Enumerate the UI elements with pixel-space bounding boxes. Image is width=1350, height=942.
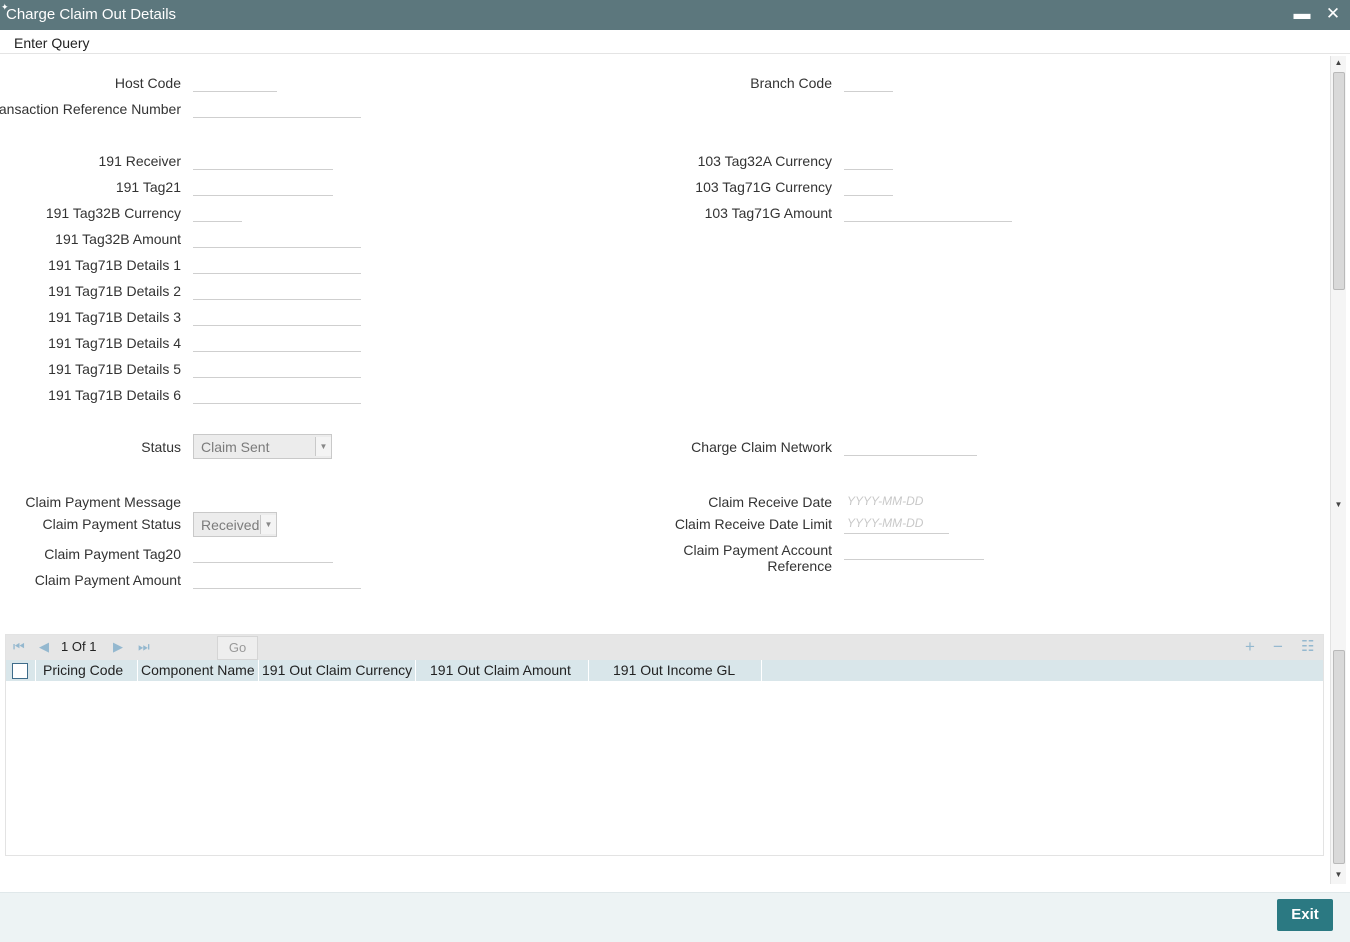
tag71b-details-6-label: 191 Tag71B Details 6	[48, 387, 181, 403]
receiver-191-field[interactable]	[193, 148, 333, 170]
minimize-icon[interactable]: ▬	[1292, 4, 1312, 24]
grid-header: Pricing Code Component Name 191 Out Clai…	[6, 660, 1323, 681]
tag32b-amount-191-label: 191 Tag32B Amount	[55, 231, 181, 247]
charge-claim-network-field[interactable]	[844, 434, 977, 456]
first-page-icon[interactable]: ⏮	[13, 639, 25, 655]
tag71b-details-4-label: 191 Tag71B Details 4	[48, 335, 181, 351]
claim-payment-amount-label: Claim Payment Amount	[34, 572, 181, 588]
scroll-up-icon[interactable]: ▲	[1331, 56, 1346, 70]
status-label: Status	[141, 439, 181, 455]
scroll-down-icon[interactable]: ▼	[1331, 868, 1346, 882]
host-code-label: Host Code	[114, 75, 181, 91]
tag71g-currency-103-label: 103 Tag71G Currency	[695, 179, 832, 195]
column-header-claim-amount[interactable]: 191 Out Claim Amount	[416, 660, 589, 681]
branch-code-label: Branch Code	[750, 75, 832, 91]
page-current: 1	[61, 639, 69, 654]
tag32b-currency-191-field[interactable]	[193, 200, 242, 222]
last-page-icon[interactable]: ⏭	[138, 639, 150, 655]
tag71b-details-4-field[interactable]	[193, 330, 361, 352]
claim-payment-tag20-field[interactable]	[193, 541, 333, 563]
status-select[interactable]: Claim Sent ▼	[193, 434, 332, 459]
select-all-column	[6, 660, 36, 681]
tag71b-details-1-label: 191 Tag71B Details 1	[48, 257, 181, 273]
list-settings-icon[interactable]: ☷	[1301, 637, 1314, 655]
tag71g-amount-103-label: 103 Tag71G Amount	[704, 205, 832, 221]
column-header-component-name[interactable]: Component Name	[138, 660, 259, 681]
exit-button[interactable]: Exit	[1277, 899, 1333, 931]
grid-toolbar: ⏮ ◀ 1 Of 1 ▶ ⏭ Go + − ☷	[6, 635, 1323, 660]
grid-scrollbar-thumb[interactable]	[1333, 650, 1345, 864]
tag71b-details-2-label: 191 Tag71B Details 2	[48, 283, 181, 299]
menubar: Enter Query	[0, 30, 1350, 54]
close-icon[interactable]: ✕	[1323, 4, 1343, 24]
page-total: 1	[89, 639, 97, 654]
tag71b-details-6-field[interactable]	[193, 382, 361, 404]
add-row-icon[interactable]: +	[1245, 637, 1255, 657]
tag32a-currency-103-field[interactable]	[844, 148, 893, 170]
tag21-191-field[interactable]	[193, 174, 333, 196]
tag71b-details-3-field[interactable]	[193, 304, 361, 326]
tag32b-amount-191-field[interactable]	[193, 226, 361, 248]
tag71b-details-5-field[interactable]	[193, 356, 361, 378]
charge-claim-network-label: Charge Claim Network	[691, 439, 832, 455]
tag71g-currency-103-field[interactable]	[844, 174, 893, 196]
transaction-reference-number-label: Transaction Reference Number	[0, 101, 181, 117]
claim-payment-tag20-label: Claim Payment Tag20	[44, 546, 181, 562]
receiver-191-label: 191 Receiver	[98, 153, 182, 169]
scroll-down-icon[interactable]: ▼	[1331, 498, 1346, 512]
main-scrollbar-thumb[interactable]	[1333, 72, 1345, 290]
claim-payment-account-reference-label: Claim Payment Account Reference	[683, 542, 832, 574]
pricing-grid: ⏮ ◀ 1 Of 1 ▶ ⏭ Go + − ☷ Pricing Code Com…	[5, 634, 1324, 856]
select-all-checkbox[interactable]	[12, 663, 28, 679]
window-titlebar: ✦ Charge Claim Out Details ▬ ✕	[0, 0, 1350, 30]
page-of: Of	[71, 639, 86, 654]
main-scrollbar[interactable]: ▲ ▼ ▼	[1330, 56, 1346, 884]
host-code-field[interactable]	[193, 70, 277, 92]
claim-payment-account-reference-label-line2: Reference	[767, 558, 832, 574]
chevron-down-icon[interactable]: ▼	[260, 515, 276, 534]
tag71b-details-1-field[interactable]	[193, 252, 361, 274]
claim-receive-date-limit-field[interactable]	[844, 512, 949, 534]
tag71b-details-2-field[interactable]	[193, 278, 361, 300]
next-page-icon[interactable]: ▶	[113, 639, 123, 655]
tag71b-details-5-label: 191 Tag71B Details 5	[48, 361, 181, 377]
claim-payment-status-value: Received	[201, 517, 260, 533]
claim-payment-amount-field[interactable]	[193, 567, 361, 589]
column-header-claim-currency[interactable]: 191 Out Claim Currency	[259, 660, 416, 681]
chevron-down-icon[interactable]: ▼	[315, 437, 331, 456]
tag21-191-label: 191 Tag21	[115, 179, 181, 195]
column-header-income-gl[interactable]: 191 Out Income GL	[589, 660, 762, 681]
claim-receive-date-limit-label: Claim Receive Date Limit	[674, 516, 832, 532]
footer-bar: Exit	[0, 892, 1350, 942]
column-header-pricing-code[interactable]: Pricing Code	[36, 660, 138, 681]
claim-receive-date-field[interactable]	[844, 489, 949, 511]
tag32b-currency-191-label: 191 Tag32B Currency	[45, 205, 181, 221]
go-button[interactable]: Go	[217, 636, 258, 660]
claim-payment-account-reference-field[interactable]	[844, 538, 984, 560]
tag32a-currency-103-label: 103 Tag32A Currency	[697, 153, 832, 169]
branch-code-field[interactable]	[844, 70, 893, 92]
page-indicator: 1 Of 1	[61, 639, 96, 654]
claim-payment-message-label: Claim Payment Message	[25, 494, 181, 510]
tag71g-amount-103-field[interactable]	[844, 200, 1012, 222]
claim-payment-account-reference-label-line1: Claim Payment Account	[683, 542, 832, 558]
delete-row-icon[interactable]: −	[1273, 637, 1283, 657]
claim-payment-status-select[interactable]: Received ▼	[193, 512, 277, 537]
window-title: Charge Claim Out Details	[6, 6, 177, 23]
claim-receive-date-label: Claim Receive Date	[708, 494, 832, 510]
enter-query-menu-item[interactable]: Enter Query	[14, 35, 89, 51]
tag71b-details-3-label: 191 Tag71B Details 3	[48, 309, 181, 325]
transaction-reference-number-field[interactable]	[193, 96, 361, 118]
previous-page-icon[interactable]: ◀	[39, 639, 49, 655]
status-select-value: Claim Sent	[201, 439, 270, 455]
claim-payment-status-label: Claim Payment Status	[42, 516, 182, 532]
